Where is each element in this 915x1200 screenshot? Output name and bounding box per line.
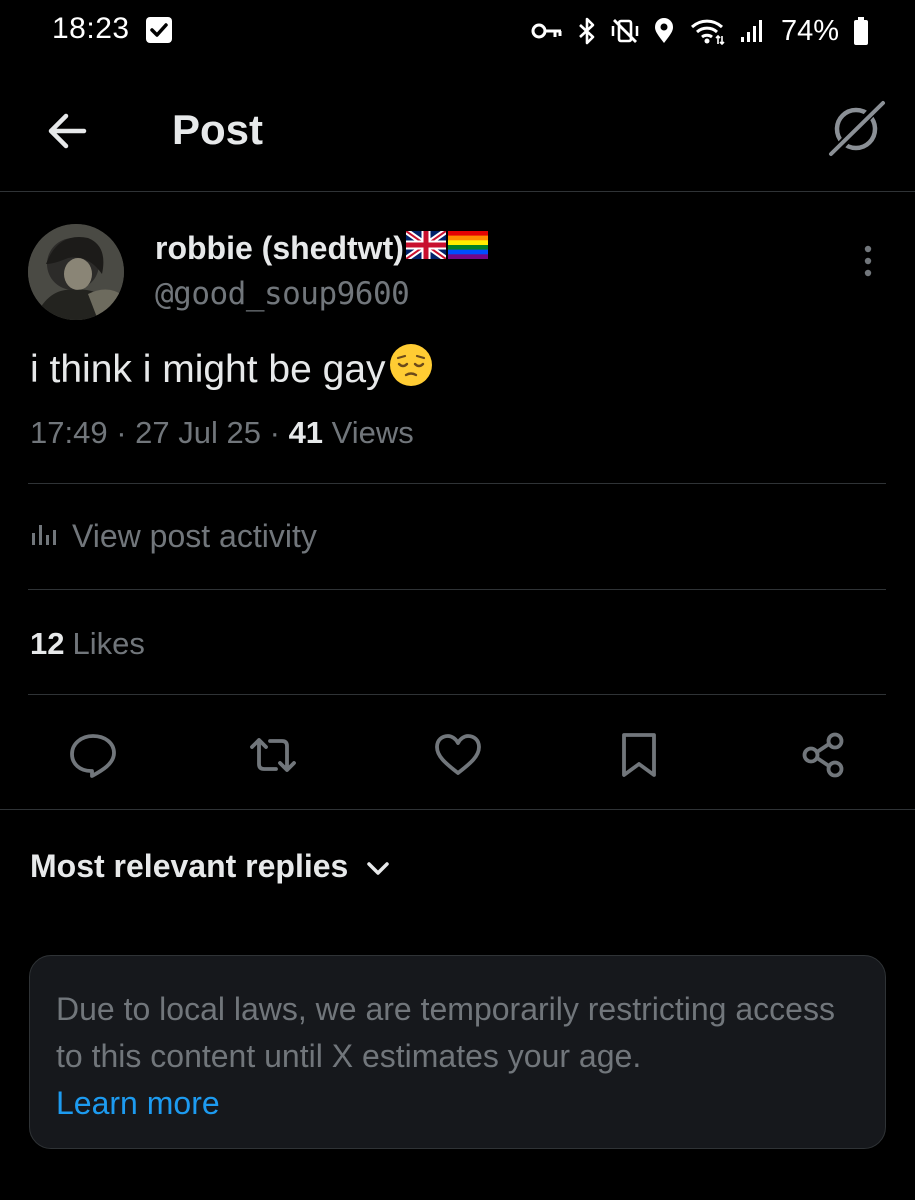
author-display-name[interactable]: robbie (shedtwt) [155,228,488,267]
chevron-down-icon [348,848,390,885]
share-button[interactable] [798,730,848,780]
replies-sort-dropdown[interactable]: Most relevant replies [30,848,390,885]
learn-more-link[interactable]: Learn more [56,1080,859,1127]
reply-icon [68,730,118,780]
checkbox-icon [146,17,172,43]
key-icon [531,20,563,42]
more-options-button[interactable] [854,244,882,278]
top-app-bar: Post [0,70,915,192]
status-time: 18:23 [52,12,130,45]
avatar[interactable] [28,224,124,320]
view-post-activity-link[interactable]: View post activity [30,518,317,555]
likes-count: 12 [30,626,65,661]
divider [28,483,886,484]
divider [28,694,886,695]
divider [28,589,886,590]
bluetooth-icon [577,17,597,45]
uk-flag-emoji [404,228,448,267]
post-text: i think i might be gay [30,342,434,398]
likes-label: Likes [72,626,145,661]
age-restriction-notice: Due to local laws, we are temporarily re… [29,955,886,1149]
repost-icon [248,730,298,780]
analytics-icon [30,518,72,555]
view-post-activity-label: View post activity [72,518,317,554]
reply-button[interactable] [68,730,118,780]
pensive-face-emoji [388,342,434,398]
share-icon [798,730,848,780]
meta-separator: · [269,415,280,450]
signal-icon [739,18,765,44]
heart-icon [433,730,483,780]
grok-button[interactable] [827,98,887,158]
location-icon [653,17,675,45]
wifi-icon [689,17,725,45]
likes-count-link[interactable]: 12 Likes [30,626,145,662]
post-date: 27 Jul 25 [135,415,261,450]
bookmark-icon [614,730,664,780]
bookmark-button[interactable] [614,730,664,780]
battery-percent: 74% [780,14,839,47]
notice-text: Due to local laws, we are temporarily re… [56,991,835,1074]
arrow-left-icon [44,113,90,158]
replies-sort-label: Most relevant replies [30,848,349,884]
page-title: Post [172,106,264,153]
battery-icon [853,16,869,46]
meta-separator: · [116,415,127,450]
more-vertical-icon [854,245,882,282]
status-icons: 74% [531,14,869,48]
rainbow-flag-emoji [447,230,488,267]
views-label: Views [331,415,414,450]
post-text-content: i think i might be gay [30,348,386,391]
author-handle[interactable]: @good_soup9600 [155,276,410,312]
back-button[interactable] [44,108,90,154]
author-name-text: robbie (shedtwt) [155,230,404,266]
post-time: 17:49 [30,415,108,450]
status-bar: 18:23 74% [0,0,915,62]
grok-icon [827,98,887,162]
like-button[interactable] [433,730,483,780]
vibrate-mute-icon [611,17,639,45]
repost-button[interactable] [248,730,298,780]
views-count: 41 [288,415,324,450]
post-meta: 17:49 · 27 Jul 25 · 41 Views [30,415,414,451]
divider [0,809,915,810]
